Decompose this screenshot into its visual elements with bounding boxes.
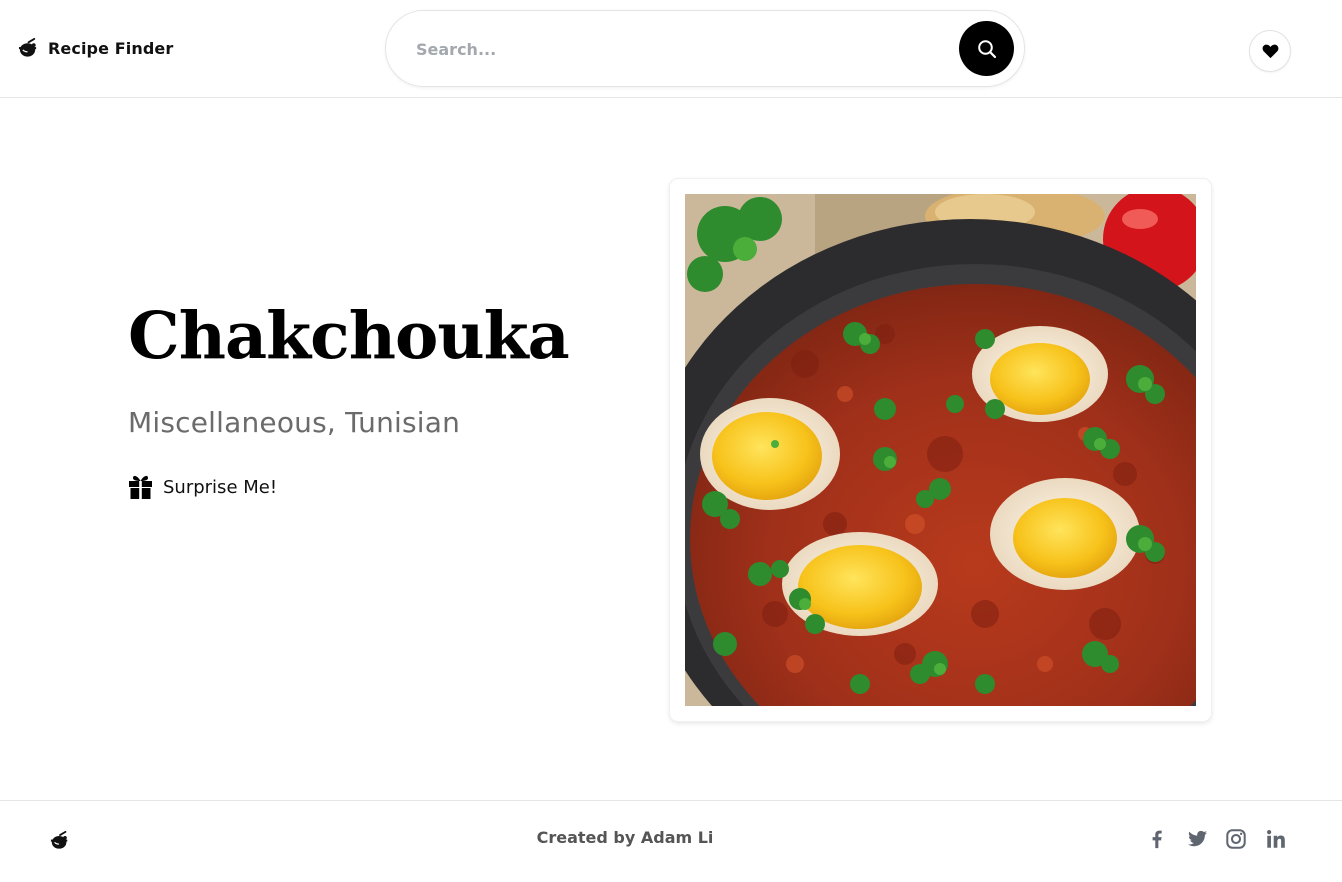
instagram-link[interactable] [1224,827,1248,851]
footer-credit: Created by Adam Li [536,828,714,847]
surprise-me-label: Surprise Me! [163,476,278,498]
brand-title: Recipe Finder [48,38,174,58]
search-button[interactable] [959,21,1014,76]
surprise-me-button[interactable]: Surprise Me! [128,474,277,500]
recipe-category-area: Miscellaneous, Tunisian [128,406,461,439]
search-icon [977,39,996,58]
search-bar [385,10,1025,87]
favorites-button[interactable] [1249,30,1291,72]
search-input[interactable] [416,33,956,65]
footer: Created by Adam Li [0,800,1342,882]
twitter-icon [1188,830,1208,847]
linkedin-icon [1267,830,1285,848]
pot-icon [18,37,37,57]
heart-icon [1262,44,1278,59]
recipe-title: Chakchouka [128,298,570,374]
facebook-link[interactable] [1145,827,1169,851]
chakchouka-photo [685,194,1196,706]
top-navbar: Recipe Finder [0,0,1342,98]
instagram-icon [1226,829,1246,849]
brand-link[interactable]: Recipe Finder [18,37,173,59]
facebook-icon [1152,830,1162,849]
linkedin-link[interactable] [1264,827,1288,851]
recipe-photo [685,194,1196,706]
recipe-image-card [670,179,1211,721]
gift-icon [129,475,152,499]
twitter-link[interactable] [1185,827,1209,851]
